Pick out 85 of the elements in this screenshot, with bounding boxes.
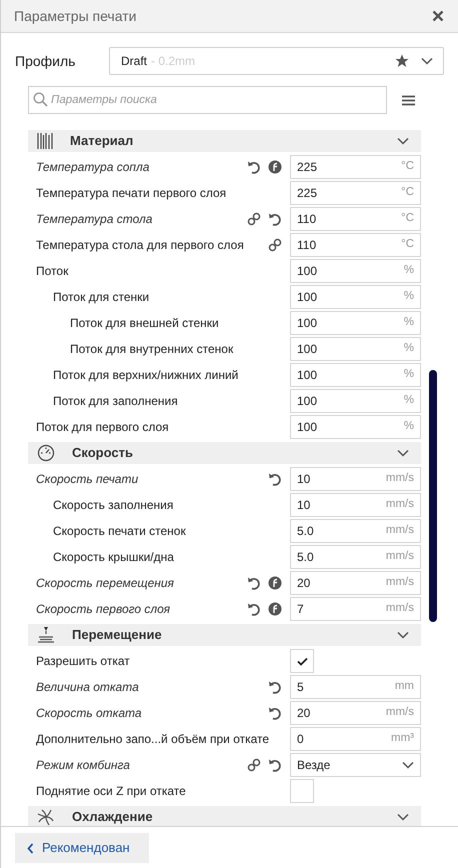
setting-label: Скорость заполнения [52, 497, 174, 514]
fan-icon [37, 808, 55, 826]
value-field[interactable]: 100 % [290, 311, 421, 335]
setting-label: Разрешить откат [35, 653, 131, 670]
category-header[interactable]: Скорость [28, 442, 421, 464]
info-icon[interactable] [268, 576, 282, 590]
link-icon[interactable] [247, 212, 261, 226]
profile-label: Профиль [14, 52, 76, 71]
window-title: Параметры печати [14, 6, 138, 26]
setting-label: Скорость отката [35, 705, 143, 722]
setting-label: Скорость крышки/дна [52, 549, 175, 566]
link-icon[interactable] [247, 758, 261, 772]
close-icon[interactable] [432, 10, 444, 22]
setting-label: Скорость печати стенок [52, 523, 187, 540]
setting-label: Поток для первого слоя [35, 419, 170, 436]
chevron-down-icon [397, 631, 409, 639]
reset-icon[interactable] [268, 706, 282, 720]
info-icon[interactable] [268, 602, 282, 616]
value-field[interactable]: 110 °C [290, 233, 421, 257]
search-field[interactable]: Параметры поиска [28, 86, 387, 114]
setting-label: Температура сопла [35, 159, 150, 176]
setting-label: Величина отката [35, 679, 140, 696]
value-field[interactable]: 100 % [290, 415, 421, 439]
value-field[interactable]: 100 % [290, 363, 421, 387]
reset-icon[interactable] [247, 602, 261, 616]
reset-icon[interactable] [247, 576, 261, 590]
chevron-down-icon [397, 449, 409, 457]
scrollbar-thumb[interactable] [429, 370, 437, 622]
reset-icon[interactable] [247, 160, 261, 174]
setting-label: Поток для верхних/нижних линий [52, 367, 240, 384]
gauge-icon [37, 444, 55, 462]
setting-label: Дополнительно запо...й объём при откате [35, 731, 270, 748]
value-field[interactable]: 5.0 mm/s [290, 519, 421, 543]
setting-label: Температура стола [35, 211, 154, 228]
search-icon [33, 92, 48, 107]
info-icon[interactable] [268, 160, 282, 174]
setting-label: Поток [35, 263, 70, 280]
star-icon[interactable] [395, 54, 409, 68]
reset-icon[interactable] [268, 758, 282, 772]
setting-label: Поток для внутренних стенок [69, 341, 234, 358]
value-field[interactable]: 5.0 mm/s [290, 545, 421, 569]
chevron-down-icon [397, 813, 409, 821]
chevron-down-icon [402, 761, 414, 769]
reset-icon[interactable] [268, 212, 282, 226]
setting-label: Скорость первого слоя [35, 601, 171, 618]
combing-dropdown[interactable]: Везде [290, 753, 421, 777]
setting-label: Поток для заполнения [52, 393, 179, 410]
barcode-icon [37, 132, 53, 150]
category-header[interactable]: Охлаждение [28, 806, 421, 826]
value-field[interactable]: 100 % [290, 389, 421, 413]
nozzle-icon [37, 626, 55, 644]
value-field[interactable]: 20 mm/s [290, 701, 421, 725]
setting-label: Поток для стенки [52, 289, 150, 306]
value-field[interactable]: 5 mm [290, 675, 421, 699]
setting-label: Температура печати первого слоя [35, 185, 228, 202]
checkbox[interactable] [290, 779, 314, 803]
checkbox[interactable] [290, 649, 314, 673]
setting-label: Режим комбинга [35, 757, 131, 774]
value-field[interactable]: 7 mm/s [290, 597, 421, 621]
value-field[interactable]: 20 mm/s [290, 571, 421, 595]
value-field[interactable]: 10 mm/s [290, 493, 421, 517]
chevron-down-icon [397, 137, 409, 145]
reset-icon[interactable] [268, 680, 282, 694]
value-field[interactable]: 225 °C [290, 181, 421, 205]
menu-icon[interactable] [402, 94, 415, 106]
value-field[interactable]: 100 % [290, 337, 421, 361]
link-icon[interactable] [268, 238, 282, 252]
value-field[interactable]: 225 °C [290, 155, 421, 179]
setting-label: Температура стола для первого слоя [35, 237, 245, 254]
recommended-button[interactable]: Рекомендован [15, 833, 149, 863]
setting-label: Поток для внешней стенки [69, 315, 220, 332]
category-header[interactable]: Перемещение [28, 624, 421, 646]
setting-label: Скорость перемещения [35, 575, 175, 592]
chevron-left-icon [27, 842, 34, 854]
value-field[interactable]: 110 °C [290, 207, 421, 231]
chevron-down-icon [421, 57, 433, 65]
value-field[interactable]: 100 % [290, 285, 421, 309]
setting-label: Поднятие оси Z при откате [35, 783, 187, 800]
value-field[interactable]: 10 mm/s [290, 467, 421, 491]
setting-label: Скорость печати [35, 471, 140, 488]
value-field[interactable]: 100 % [290, 259, 421, 283]
category-header[interactable]: Материал [28, 130, 421, 152]
reset-icon[interactable] [268, 472, 282, 486]
value-field[interactable]: 0 mm³ [290, 727, 421, 751]
check-icon [296, 656, 308, 666]
